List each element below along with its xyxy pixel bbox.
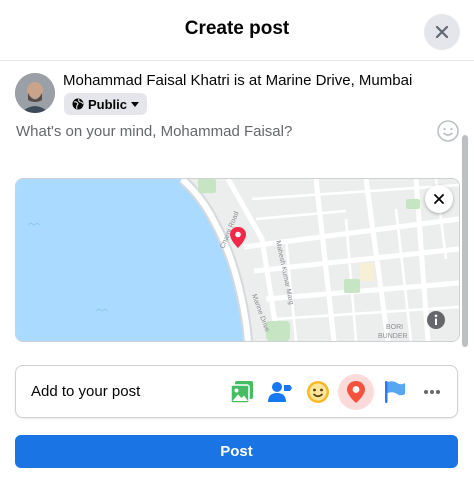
more-icon xyxy=(424,390,440,394)
dialog-title: Create post xyxy=(184,18,290,39)
life-event-button[interactable] xyxy=(376,374,412,410)
close-icon xyxy=(435,25,449,39)
map-info-button[interactable] xyxy=(426,310,446,335)
tag-people-icon xyxy=(268,382,292,402)
check-in-icon xyxy=(347,381,365,403)
map-graphic: Charni Road Marine Drive Mahesh Kumar Ma… xyxy=(16,179,459,341)
feeling-icon xyxy=(307,381,329,403)
post-button[interactable]: Post xyxy=(15,435,458,468)
photo-video-icon xyxy=(230,381,253,404)
avatar-image xyxy=(15,73,55,113)
emoji-icon xyxy=(437,120,459,142)
add-to-post-bar: Add to your post xyxy=(15,365,458,418)
location-map: Charni Road Marine Drive Mahesh Kumar Ma… xyxy=(15,178,460,342)
privacy-label: Public xyxy=(88,96,128,112)
emoji-picker-button[interactable] xyxy=(436,119,460,148)
globe-icon xyxy=(72,98,84,110)
check-in-button[interactable] xyxy=(338,374,374,410)
close-button[interactable] xyxy=(424,14,460,50)
more-options-button[interactable] xyxy=(414,374,450,410)
post-placeholder: What's on your mind, Mohammad Faisal? xyxy=(16,123,293,140)
feeling-activity-button[interactable] xyxy=(300,374,336,410)
caret-down-icon xyxy=(131,101,140,107)
scrollbar[interactable] xyxy=(462,135,468,347)
flag-icon xyxy=(385,381,405,403)
map-label-bori: BORI xyxy=(386,324,403,331)
remove-map-button[interactable] xyxy=(425,185,453,213)
close-icon xyxy=(434,194,444,204)
add-to-post-label: Add to your post xyxy=(31,383,141,400)
dialog-header: Create post xyxy=(0,0,474,61)
tag-people-button[interactable] xyxy=(262,374,298,410)
add-photo-button[interactable] xyxy=(224,374,260,410)
avatar xyxy=(15,73,55,113)
post-text-input[interactable]: What's on your mind, Mohammad Faisal? xyxy=(16,120,436,144)
author-location: Mohammad Faisal Khatri is at Marine Driv… xyxy=(63,72,413,89)
info-icon xyxy=(427,311,445,329)
privacy-selector[interactable]: Public xyxy=(64,93,148,115)
map-label-bunder: BUNDER xyxy=(378,333,408,340)
